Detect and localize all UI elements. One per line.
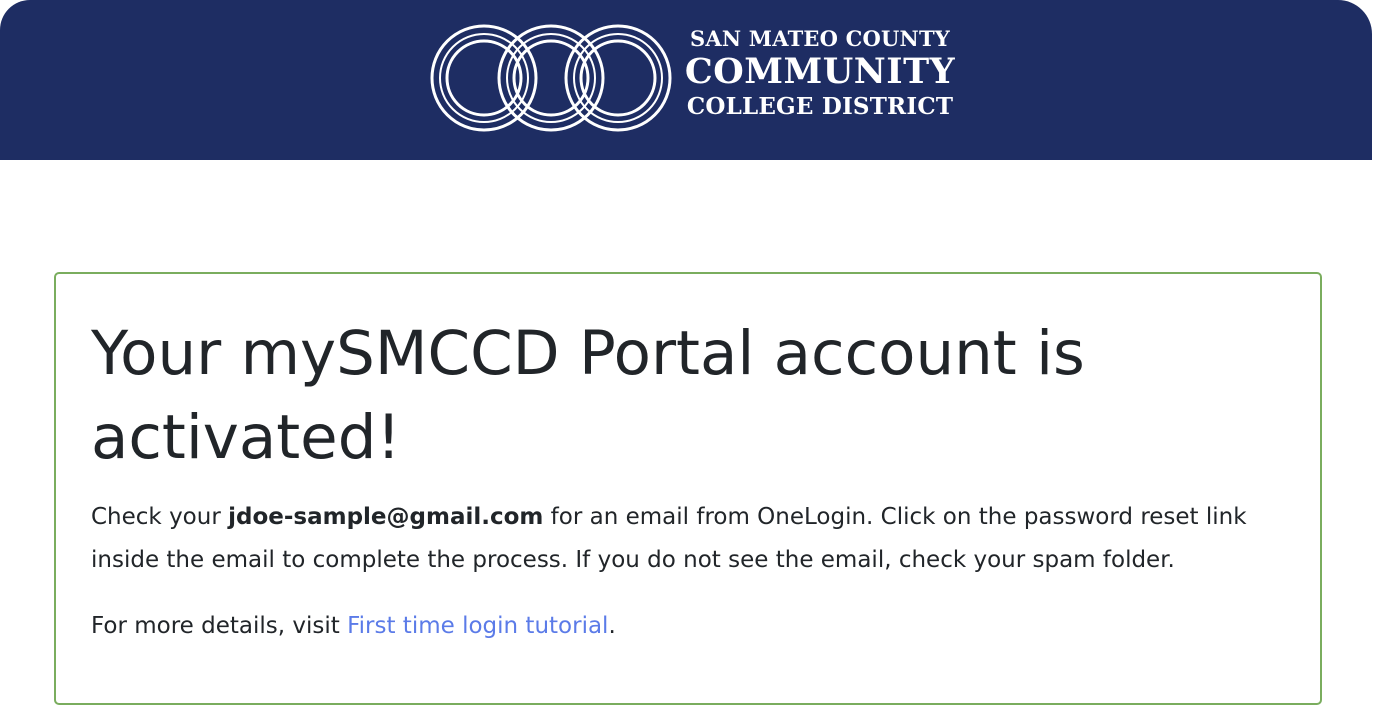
activation-instructions: Check your jdoe-sample@gmail.com for an … [91,496,1301,582]
more-details-suffix: . [608,613,616,639]
page-title: Your mySMCCD Portal account is activated… [91,318,1085,473]
site-header: SAN MATEO COUNTY COMMUNITY COLLEGE DISTR… [0,0,1372,160]
logo-line-county: SAN MATEO COUNTY [690,26,950,51]
district-logo[interactable]: SAN MATEO COUNTY COMMUNITY COLLEGE DISTR… [428,22,958,134]
logo-line-district: COLLEGE DISTRICT [686,93,954,120]
instructions-prefix: Check your [91,504,229,530]
user-email: jdoe-sample@gmail.com [228,504,544,530]
more-details-text: For more details, visit First time login… [91,606,1291,646]
logo-wordmark: SAN MATEO COUNTY COMMUNITY COLLEGE DISTR… [680,26,960,122]
activation-confirmation-card: Your mySMCCD Portal account is activated… [54,272,1322,705]
first-time-login-tutorial-link[interactable]: First time login tutorial [347,613,608,639]
three-interlocking-rings-icon [430,24,672,132]
page: SAN MATEO COUNTY COMMUNITY COLLEGE DISTR… [0,0,1374,722]
logo-line-community: COMMUNITY [684,51,956,92]
more-details-prefix: For more details, visit [91,613,348,639]
